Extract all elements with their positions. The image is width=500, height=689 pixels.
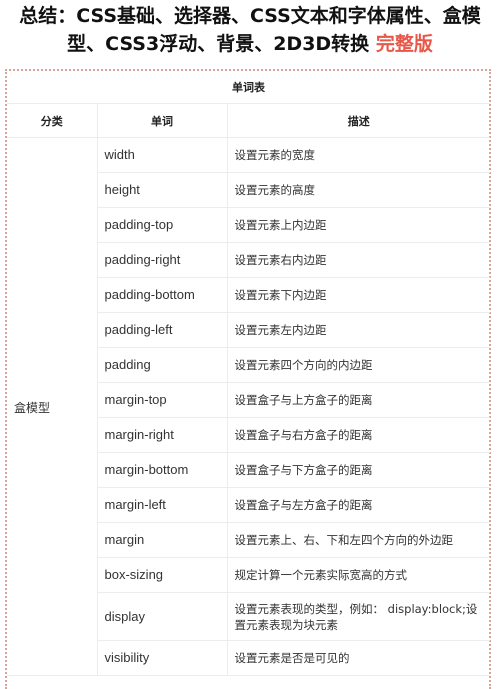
description-cell: 设置元素下内边距 <box>226 277 491 313</box>
title-line-1: 总结：CSS基础、选择器、CSS文本和字体属性、盒模 <box>19 5 481 27</box>
word-cell: padding-left <box>97 312 228 348</box>
description-cell: 设置盒子与左方盒子的距离 <box>226 487 491 523</box>
description-cell: 设置盒子与下方盒子的距离 <box>226 452 491 488</box>
word-cell: margin-left <box>97 487 228 523</box>
description-cell: 设置元素的高度 <box>226 172 491 208</box>
word-cell: height <box>97 172 228 208</box>
title-accent-complete-edition: 完整版 <box>375 33 433 55</box>
table-caption: 单词表 <box>7 71 491 104</box>
description-cell: 设置元素上、右、下和左四个方向的外边距 <box>226 522 491 558</box>
category-cell: 盒模型 <box>7 137 98 676</box>
word-cell: visibility <box>97 640 228 676</box>
word-cell: margin-bottom <box>97 452 228 488</box>
description-cell: 设置元素的宽度 <box>226 137 491 173</box>
column-header-word: 单词 <box>96 103 228 138</box>
word-cell: display <box>97 592 228 641</box>
description-cell: 规定计算一个元素实际宽高的方式 <box>226 557 491 593</box>
word-cell: padding-bottom <box>97 277 228 313</box>
description-cell: 设置元素右内边距 <box>226 242 491 278</box>
title-line-2: 型、CSS3浮动、背景、2D3D转换 完整版 <box>0 30 500 58</box>
word-cell: margin <box>97 522 228 558</box>
table-header-row: 分类 单词 描述 <box>7 103 491 138</box>
description-cell: 设置元素上内边距 <box>226 207 491 243</box>
description-cell: 设置盒子与上方盒子的距离 <box>226 382 491 418</box>
description-cell: 设置元素是否是可见的 <box>226 640 491 676</box>
column-header-category: 分类 <box>7 103 98 138</box>
word-cell: box-sizing <box>97 557 228 593</box>
word-cell: margin-right <box>97 417 228 453</box>
table-row: 盒模型 width 设置元素的宽度 <box>7 137 491 676</box>
description-cell: 设置盒子与右方盒子的距离 <box>226 417 491 453</box>
table-caption-row: 单词表 <box>7 71 491 104</box>
column-header-description: 描述 <box>226 103 491 138</box>
vocabulary-table: 单词表 分类 单词 描述 盒模型 width 设置元素的宽度 height 设置元素的高… <box>7 71 491 676</box>
word-cell: padding-top <box>97 207 228 243</box>
description-cell: 设置元素四个方向的内边距 <box>226 347 491 383</box>
description-cell: 设置元素左内边距 <box>226 312 491 348</box>
title-line-2-main: 型、CSS3浮动、背景、2D3D转换 <box>67 33 376 55</box>
table-body: 盒模型 width 设置元素的宽度 height 设置元素的高度 padding-top 设… <box>7 137 491 676</box>
word-cell: width <box>96 137 228 173</box>
word-cell: margin-top <box>97 382 228 418</box>
word-cell: padding-right <box>97 242 228 278</box>
page-title: 总结：CSS基础、选择器、CSS文本和字体属性、盒模 型、CSS3浮动、背景、2… <box>0 2 500 58</box>
word-cell: padding <box>97 347 228 383</box>
description-cell: 设置元素表现的类型，例如： display:block;设置元素表现为块元素 <box>226 592 491 641</box>
